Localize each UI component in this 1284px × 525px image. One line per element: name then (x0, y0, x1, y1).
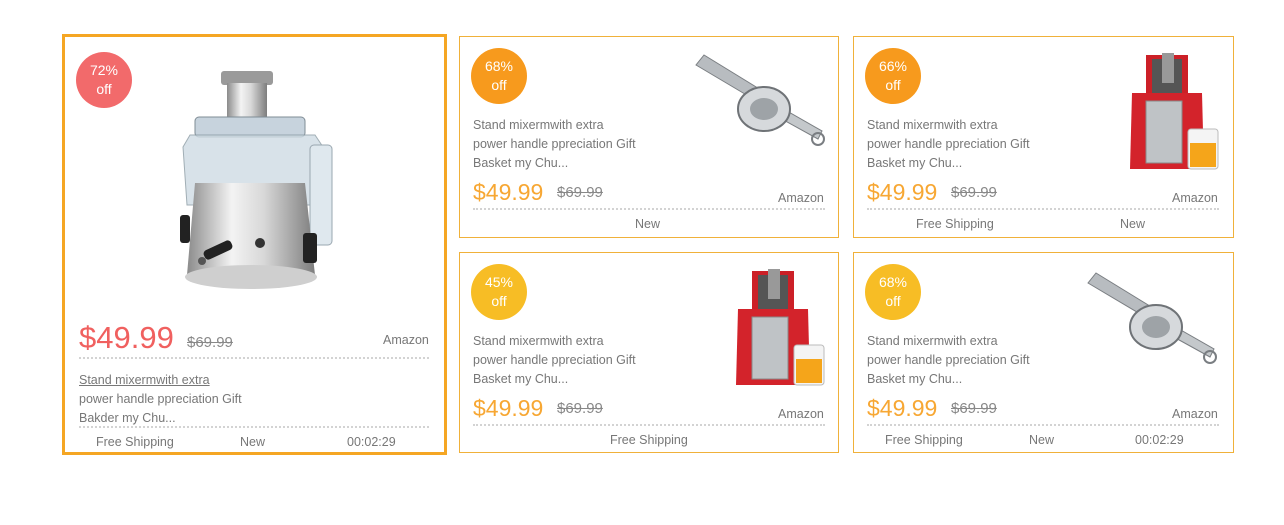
description-line: Basket my Chu... (867, 372, 963, 386)
discount-off-label: off (491, 293, 507, 309)
discount-off-label: off (885, 293, 901, 309)
product-card[interactable]: 68% off Stand mixermwith extra power han… (853, 252, 1234, 453)
description-line: power handle ppreciation Gift (867, 353, 1030, 367)
store-name[interactable]: Amazon (383, 333, 429, 347)
description-line: Stand mixermwith extra (867, 334, 998, 348)
product-card[interactable]: 45% off Stand mixermwith extra power han… (459, 252, 839, 453)
description-line: Stand mixermwith extra (867, 118, 998, 132)
original-price: $69.99 (187, 334, 233, 351)
description-line: Stand mixermwith extra (473, 334, 604, 348)
condition-label: New (1120, 217, 1146, 231)
product-description[interactable]: Stand mixermwith extra power handle ppre… (867, 116, 1030, 173)
product-price: $49.99 (867, 395, 938, 421)
shipping-label: Free Shipping (96, 435, 174, 449)
original-price: $69.99 (951, 400, 997, 417)
description-line: Basket my Chu... (473, 156, 569, 170)
discount-badge: 68% off (471, 48, 527, 104)
description-line: power handle ppreciation Gift (473, 137, 636, 151)
product-description[interactable]: Stand mixermwith extra power handle ppre… (473, 116, 636, 173)
product-description[interactable]: Stand mixermwith extra power handle ppre… (79, 371, 242, 428)
juicer-red-image[interactable] (1124, 51, 1229, 176)
store-name[interactable]: Amazon (1172, 407, 1218, 421)
product-price: $49.99 (79, 320, 174, 355)
divider (867, 208, 1219, 210)
shipping-label: Free Shipping (916, 217, 994, 231)
original-price: $69.99 (951, 184, 997, 201)
product-price: $49.99 (473, 179, 544, 205)
divider (867, 424, 1219, 426)
discount-badge: 66% off (865, 48, 921, 104)
condition-label: New (635, 217, 661, 231)
description-line: power handle ppreciation Gift (79, 392, 242, 406)
product-title-link[interactable]: Stand mixermwith extra (79, 371, 242, 390)
product-price: $49.99 (473, 395, 544, 421)
store-name[interactable]: Amazon (778, 191, 824, 205)
discount-percent: 45% (484, 274, 514, 290)
original-price: $69.99 (557, 184, 603, 201)
product-card-featured[interactable]: 72% off $49.99 $69.99 Amazon Stand mixer… (62, 34, 447, 455)
discount-percent: 72% (89, 62, 119, 78)
description-line: power handle ppreciation Gift (867, 137, 1030, 151)
divider (473, 424, 825, 426)
original-price: $69.99 (557, 400, 603, 417)
lemon-squeezer-image[interactable] (690, 47, 830, 157)
product-card[interactable]: 68% off Stand mixermwith extra power han… (459, 36, 839, 238)
condition-label: New (1029, 433, 1055, 447)
divider (79, 426, 429, 428)
divider (79, 357, 429, 359)
store-name[interactable]: Amazon (778, 407, 824, 421)
discount-badge: 72% off (76, 52, 132, 108)
countdown-timer: 00:02:29 (1135, 433, 1184, 447)
shipping-label: Free Shipping (610, 433, 688, 447)
description-line: power handle ppreciation Gift (473, 353, 636, 367)
countdown-timer: 00:02:29 (347, 435, 396, 449)
description-line: Stand mixermwith extra (473, 118, 604, 132)
product-price: $49.99 (867, 179, 938, 205)
lemon-squeezer-image[interactable] (1082, 265, 1222, 375)
juicer-red-image[interactable] (730, 267, 835, 392)
divider (473, 208, 825, 210)
discount-off-label: off (96, 81, 112, 97)
product-description[interactable]: Stand mixermwith extra power handle ppre… (867, 332, 1030, 389)
condition-label: New (240, 435, 266, 449)
description-line: Basket my Chu... (867, 156, 963, 170)
discount-badge: 45% off (471, 264, 527, 320)
product-description[interactable]: Stand mixermwith extra power handle ppre… (473, 332, 636, 389)
shipping-label: Free Shipping (885, 433, 963, 447)
discount-percent: 66% (878, 58, 908, 74)
discount-off-label: off (491, 77, 507, 93)
description-line: Basket my Chu... (473, 372, 569, 386)
discount-off-label: off (885, 77, 901, 93)
discount-percent: 68% (484, 58, 514, 74)
discount-badge: 68% off (865, 264, 921, 320)
store-name[interactable]: Amazon (1172, 191, 1218, 205)
juicer-silver-image[interactable] (175, 65, 340, 295)
discount-percent: 68% (878, 274, 908, 290)
product-card[interactable]: 66% off Stand mixermwith extra power han… (853, 36, 1234, 238)
